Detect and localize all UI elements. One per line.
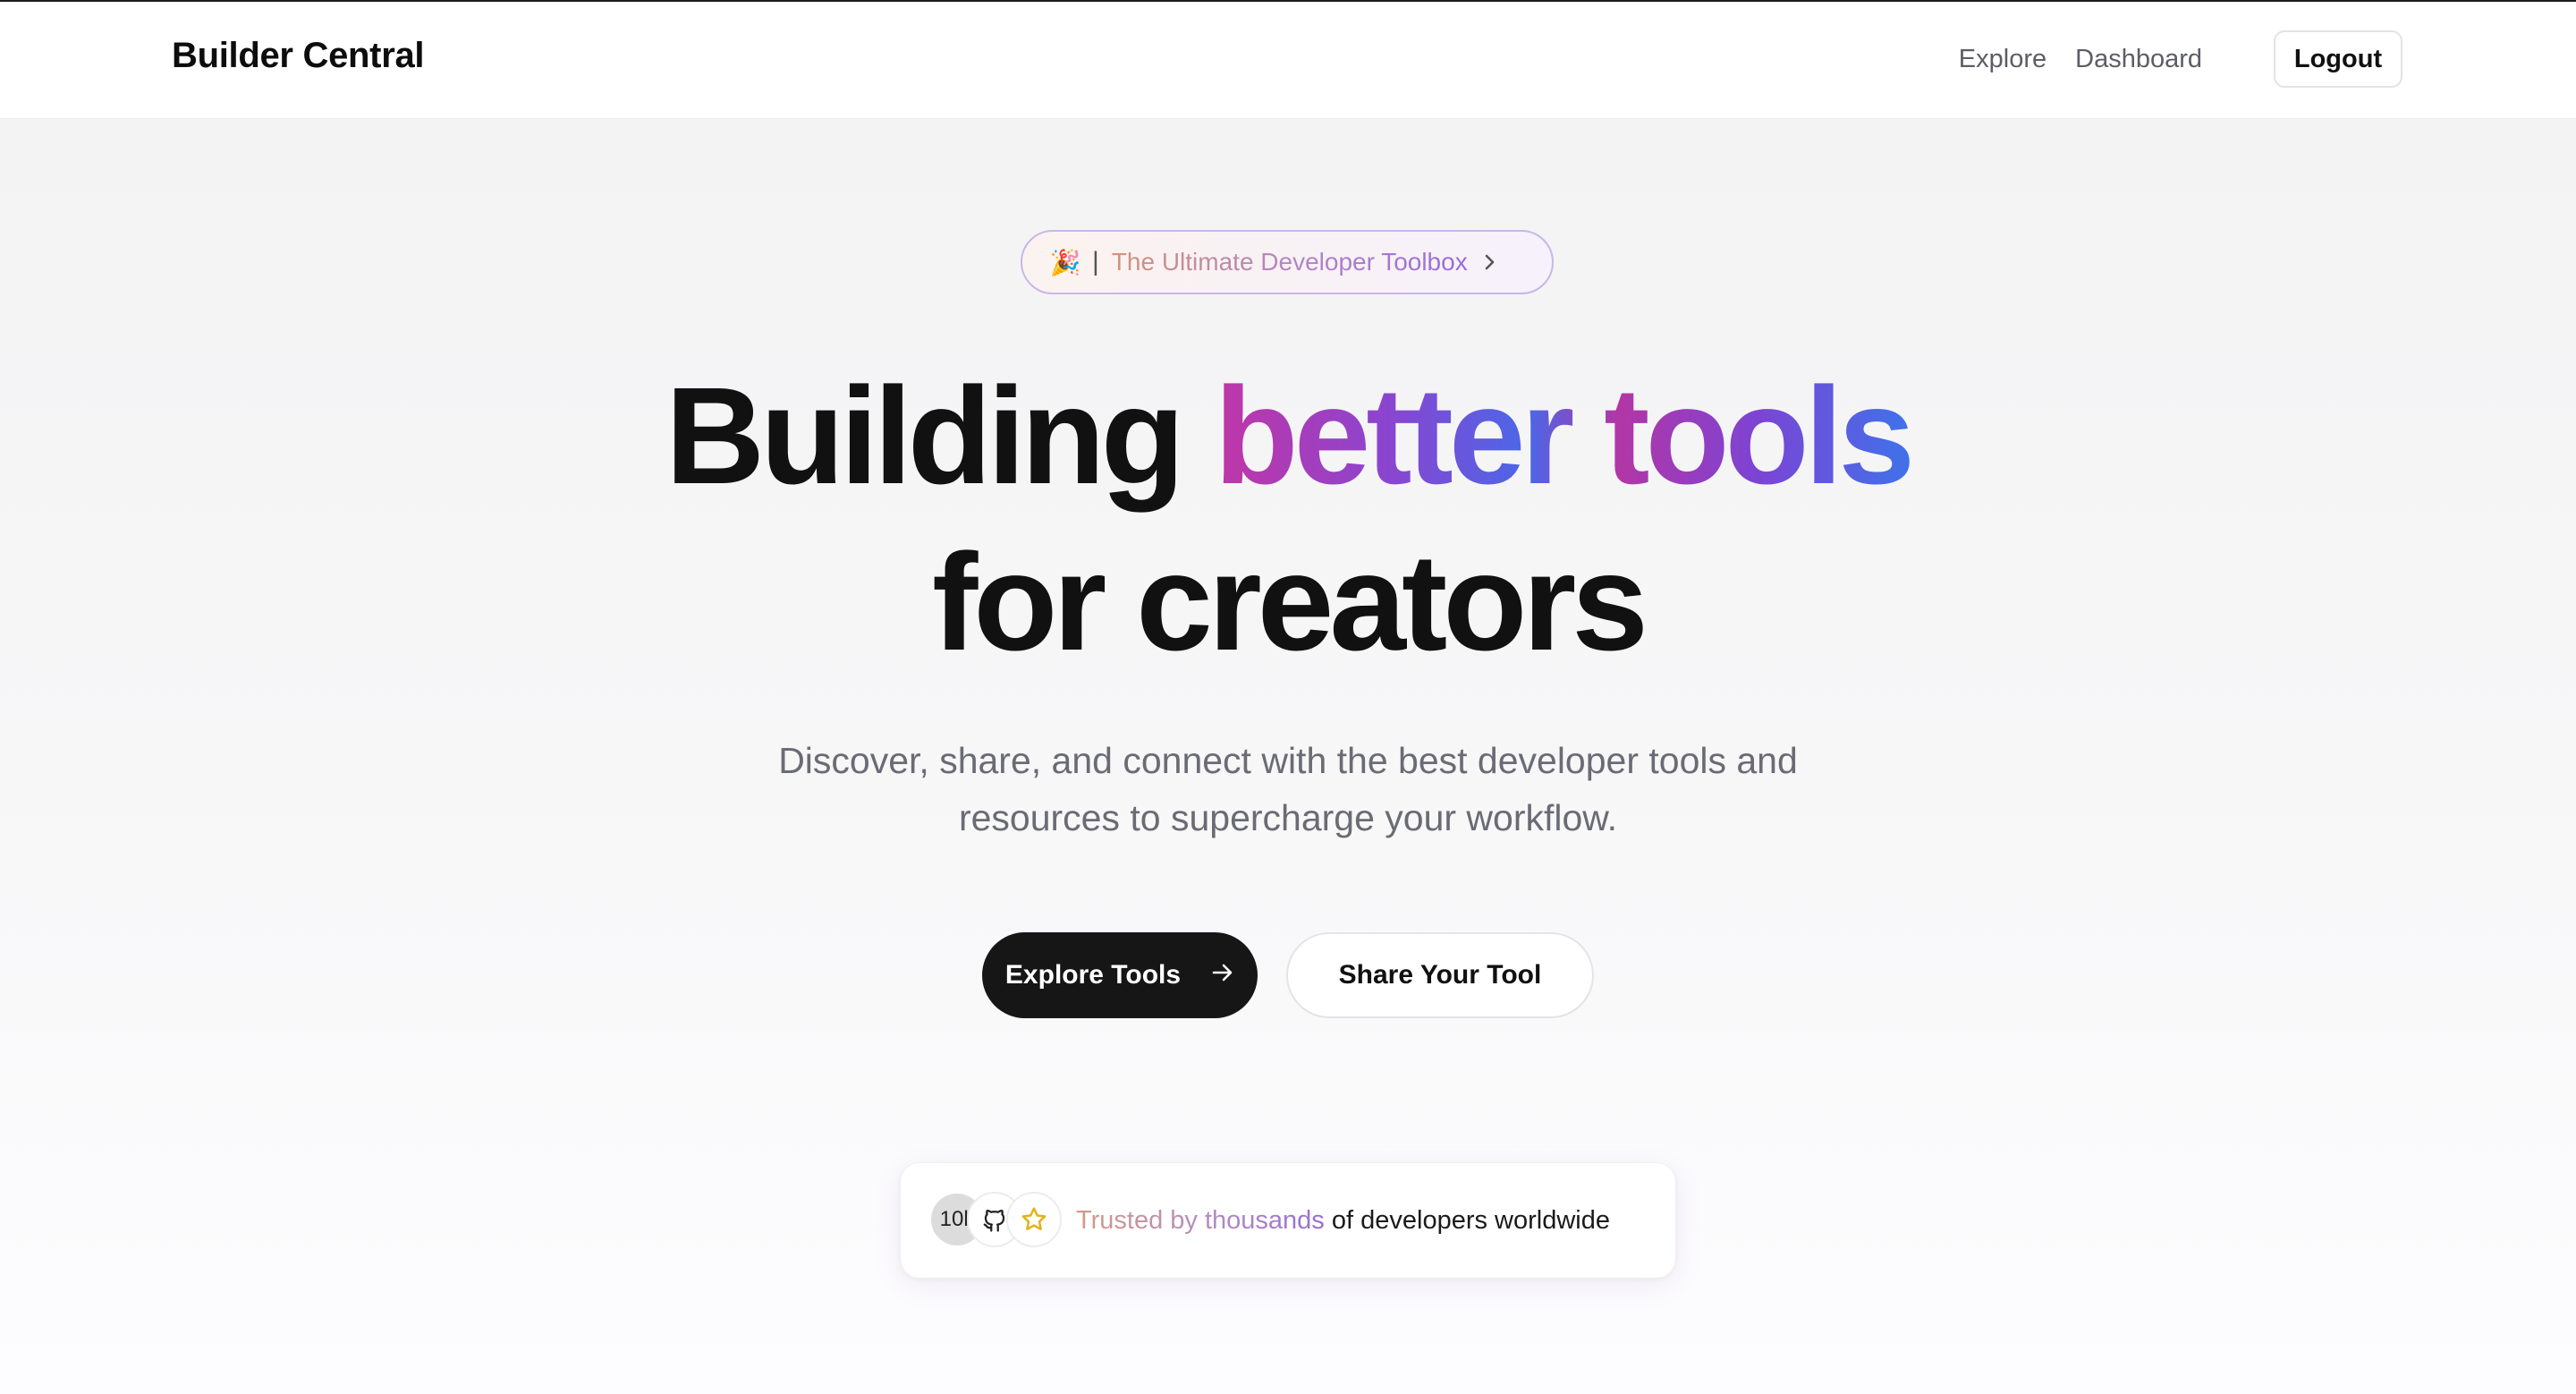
hero-subtitle-line2: resources to supercharge your workflow. <box>958 797 1618 838</box>
explore-tools-label: Explore Tools <box>1004 960 1182 990</box>
share-your-tool-label: Share Your Tool <box>1338 960 1542 990</box>
trust-text-highlight: Trusted by thousands <box>1076 1205 1325 1235</box>
hero-heading-gradient: better tools <box>1214 359 1916 513</box>
explore-tools-button[interactable]: Explore Tools <box>982 932 1258 1018</box>
brand-logo[interactable]: Builder Central <box>172 36 425 76</box>
navbar: Builder Central Explore Dashboard Logout <box>0 2 2576 119</box>
nav-link-dashboard[interactable]: Dashboard <box>2075 45 2202 74</box>
badge-text: The Ultimate Developer Toolbox <box>1111 248 1468 276</box>
announcement-badge[interactable]: 🎉 | The Ultimate Developer Toolbox <box>1021 230 1554 294</box>
arrow-right-icon <box>1211 960 1234 990</box>
hero-heading-line2: for creators <box>932 525 1648 679</box>
share-your-tool-button[interactable]: Share Your Tool <box>1286 932 1594 1018</box>
avatar-stack: 10k <box>929 1192 1063 1249</box>
hero-heading-line1: Building better tools <box>0 367 2576 505</box>
nav-link-explore[interactable]: Explore <box>1959 45 2046 74</box>
party-popper-icon: 🎉 <box>1049 248 1081 276</box>
badge-separator: | <box>1092 247 1099 276</box>
hero-subtitle: Discover, share, and connect with the be… <box>662 732 1914 846</box>
trust-text: Trusted by thousands of developers world… <box>1076 1206 1610 1236</box>
trust-card: 10k Trusted by thousands of developers w… <box>900 1162 1676 1279</box>
star-icon <box>1006 1192 1062 1247</box>
hero-heading-plain: Building <box>665 359 1185 513</box>
trust-text-rest: of developers worldwide <box>1331 1205 1610 1235</box>
hero-subtitle-line1: Discover, share, and connect with the be… <box>778 740 1798 781</box>
logout-button[interactable]: Logout <box>2274 30 2402 88</box>
chevron-right-icon <box>1482 252 1498 272</box>
nav-links: Explore Dashboard <box>1959 45 2202 74</box>
